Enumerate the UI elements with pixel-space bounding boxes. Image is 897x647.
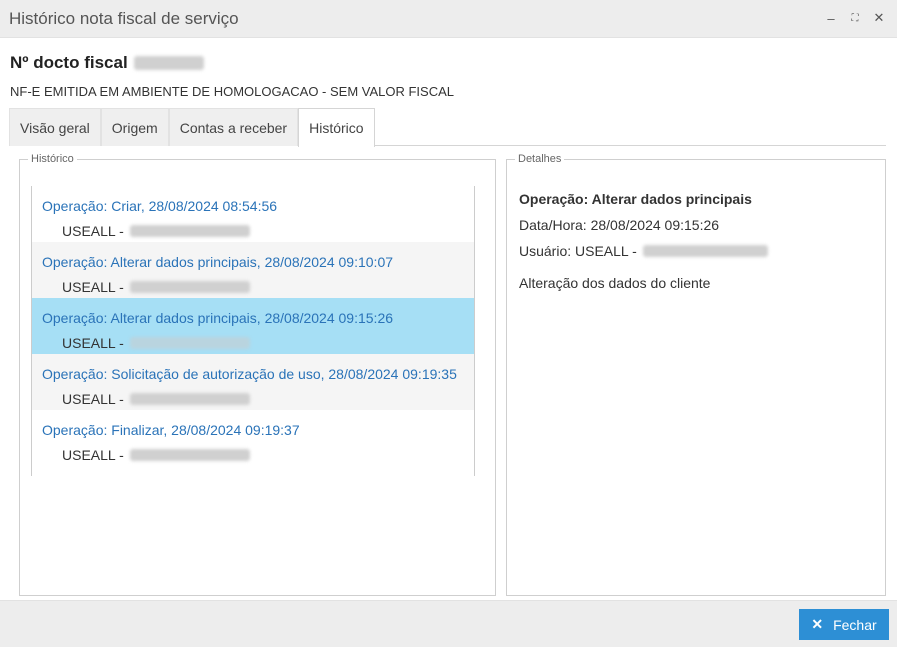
tab-historico[interactable]: Histórico	[298, 108, 375, 147]
history-operation[interactable]: Operação: Alterar dados principais, 28/0…	[42, 254, 393, 270]
history-user: USEALL -	[62, 447, 250, 463]
details-datetime-text: Data/Hora: 28/08/2024 09:15:26	[519, 217, 720, 233]
history-operation[interactable]: Operação: Criar, 28/08/2024 08:54:56	[42, 198, 277, 214]
tab-origem[interactable]: Origem	[100, 108, 169, 146]
minimize-icon[interactable]: –	[825, 10, 837, 26]
close-icon[interactable]: ✕	[873, 10, 885, 26]
history-user-label: USEALL -	[62, 223, 124, 239]
history-user: USEALL -	[62, 391, 250, 407]
history-user-label: USEALL -	[62, 335, 124, 351]
document-label: Nº docto fiscal	[10, 53, 128, 72]
user-name-redacted	[129, 225, 250, 237]
user-name-redacted	[642, 245, 768, 257]
history-legend: Histórico	[31, 153, 74, 165]
history-item[interactable]: Operação: Solicitação de autorização de …	[32, 354, 474, 410]
history-operation[interactable]: Operação: Solicitação de autorização de …	[42, 366, 457, 382]
user-name-redacted	[129, 393, 250, 405]
tab-contas-a-receber[interactable]: Contas a receber	[168, 108, 299, 146]
history-operation[interactable]: Operação: Alterar dados principais, 28/0…	[42, 310, 393, 326]
details-user: Usuário: USEALL -	[519, 243, 768, 259]
tab-visao-geral[interactable]: Visão geral	[9, 108, 101, 146]
close-button[interactable]: ✕ Fechar	[799, 609, 889, 640]
details-user-text: Usuário: USEALL -	[519, 243, 637, 259]
details-panel: Detalhes Operação: Alterar dados princip…	[506, 153, 886, 596]
details-description: Alteração dos dados do cliente	[519, 275, 711, 291]
user-name-redacted	[129, 337, 250, 349]
history-item[interactable]: Operação: Finalizar, 28/08/2024 09:19:37…	[32, 410, 474, 466]
history-item[interactable]: Operação: Alterar dados principais, 28/0…	[32, 242, 474, 298]
history-item[interactable]: Operação: Criar, 28/08/2024 08:54:56 USE…	[32, 186, 474, 242]
history-list[interactable]: Operação: Criar, 28/08/2024 08:54:56 USE…	[31, 186, 475, 476]
details-legend: Detalhes	[518, 153, 562, 165]
dialog-footer: ✕ Fechar	[0, 600, 897, 647]
user-name-redacted	[129, 281, 250, 293]
document-header: Nº docto fiscal	[10, 52, 204, 74]
history-user-label: USEALL -	[62, 447, 124, 463]
history-user: USEALL -	[62, 279, 250, 295]
history-user-label: USEALL -	[62, 279, 124, 295]
user-name-redacted	[129, 449, 250, 461]
details-datetime: Data/Hora: 28/08/2024 09:15:26	[519, 217, 768, 233]
document-subtitle: NF-E EMITIDA EM AMBIENTE DE HOMOLOGACAO …	[10, 84, 454, 99]
document-number-redacted	[133, 56, 204, 70]
history-user: USEALL -	[62, 223, 250, 239]
window-controls: – ⛶ ✕	[825, 10, 885, 26]
history-user: USEALL -	[62, 335, 250, 351]
window-title: Histórico nota fiscal de serviço	[9, 9, 239, 28]
close-icon: ✕	[811, 616, 824, 632]
window-titlebar: Histórico nota fiscal de serviço – ⛶ ✕	[0, 0, 897, 38]
maximize-icon[interactable]: ⛶	[849, 10, 861, 26]
details-operation: Operação: Alterar dados principais	[519, 191, 752, 207]
history-operation[interactable]: Operação: Finalizar, 28/08/2024 09:19:37	[42, 422, 300, 438]
tab-bar: Visão geral Origem Contas a receber Hist…	[9, 108, 886, 147]
details-content: Operação: Alterar dados principais Data/…	[519, 191, 768, 291]
history-item-selected[interactable]: Operação: Alterar dados principais, 28/0…	[32, 298, 474, 354]
history-user-label: USEALL -	[62, 391, 124, 407]
close-button-label: Fechar	[833, 616, 877, 633]
history-panel: Histórico Operação: Criar, 28/08/2024 08…	[19, 153, 496, 596]
